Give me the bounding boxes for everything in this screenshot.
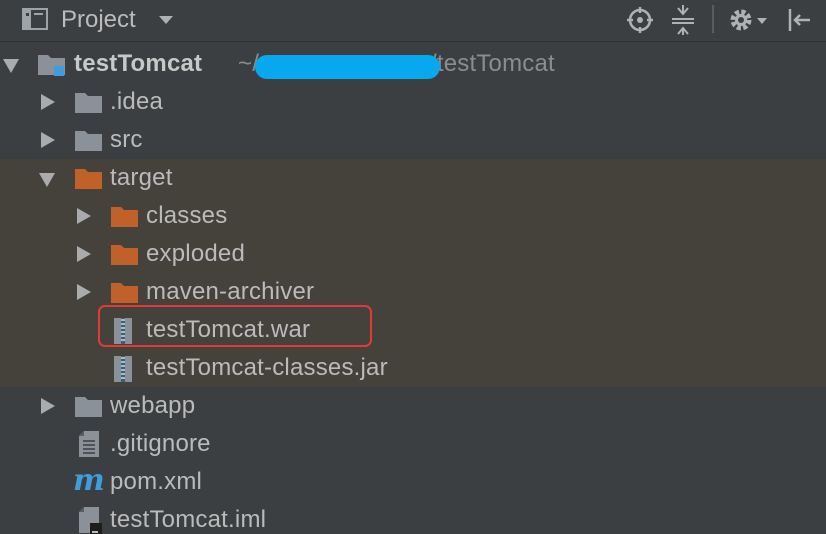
locate-icon[interactable] (626, 5, 654, 35)
module-folder-icon (38, 55, 65, 76)
folder-label: exploded (146, 240, 246, 267)
tree-row-idea[interactable]: .idea (0, 83, 826, 121)
tree-row-target[interactable]: target (0, 159, 826, 197)
project-tree: testTomcat ~/ /testTomcat .idea src targ… (0, 43, 826, 534)
highlight-annotation-box (98, 305, 372, 347)
collapsed-arrow-icon[interactable] (41, 132, 55, 148)
collapse-all-icon[interactable] (670, 5, 696, 35)
expanded-arrow-icon[interactable] (39, 173, 55, 187)
gear-icon[interactable] (728, 5, 770, 35)
view-dropdown-icon[interactable] (159, 16, 173, 24)
file-label: testTomcat-classes.jar (146, 354, 388, 381)
folder-label: src (110, 126, 143, 153)
excluded-folder-icon (111, 245, 138, 265)
redaction-mark (255, 55, 440, 79)
folder-label: webapp (110, 392, 196, 419)
tree-row-jar[interactable]: testTomcat-classes.jar (0, 349, 826, 387)
project-panel-header: Project (0, 0, 826, 42)
project-view-icon (22, 8, 48, 30)
panel-title[interactable]: Project (61, 6, 136, 34)
tree-row-classes[interactable]: classes (0, 197, 826, 235)
folder-icon (75, 131, 102, 151)
file-label: .gitignore (110, 430, 211, 457)
tree-row-iml[interactable]: testTomcat.iml (0, 501, 826, 534)
collapsed-arrow-icon[interactable] (41, 398, 55, 414)
collapsed-arrow-icon[interactable] (77, 208, 91, 224)
tree-row-pom[interactable]: m pom.xml (0, 463, 826, 501)
folder-label: maven-archiver (146, 278, 315, 305)
folder-label: .idea (110, 88, 164, 115)
excluded-folder-icon (111, 283, 138, 303)
file-label: pom.xml (110, 468, 203, 495)
toolbar-divider (712, 5, 714, 33)
tree-row-webapp[interactable]: webapp (0, 387, 826, 425)
folder-icon (75, 397, 102, 417)
excluded-folder-icon (111, 207, 138, 227)
module-file-icon (79, 507, 102, 534)
archive-file-icon (114, 356, 132, 382)
tree-row-gitignore[interactable]: .gitignore (0, 425, 826, 463)
file-label: testTomcat.iml (110, 506, 267, 533)
root-module-name: testTomcat (74, 50, 203, 77)
expanded-arrow-icon[interactable] (3, 59, 19, 73)
maven-icon: m (73, 463, 105, 498)
folder-label: target (110, 164, 173, 191)
tree-row-src[interactable]: src (0, 121, 826, 159)
collapsed-arrow-icon[interactable] (77, 284, 91, 300)
folder-label: classes (146, 202, 228, 229)
hide-panel-icon[interactable] (786, 5, 812, 35)
collapsed-arrow-icon[interactable] (41, 94, 55, 110)
tree-row-exploded[interactable]: exploded (0, 235, 826, 273)
folder-icon (75, 93, 102, 113)
text-file-icon (79, 431, 99, 457)
excluded-folder-icon (75, 169, 102, 189)
root-path-suffix: /testTomcat (430, 50, 555, 77)
collapsed-arrow-icon[interactable] (77, 246, 91, 262)
